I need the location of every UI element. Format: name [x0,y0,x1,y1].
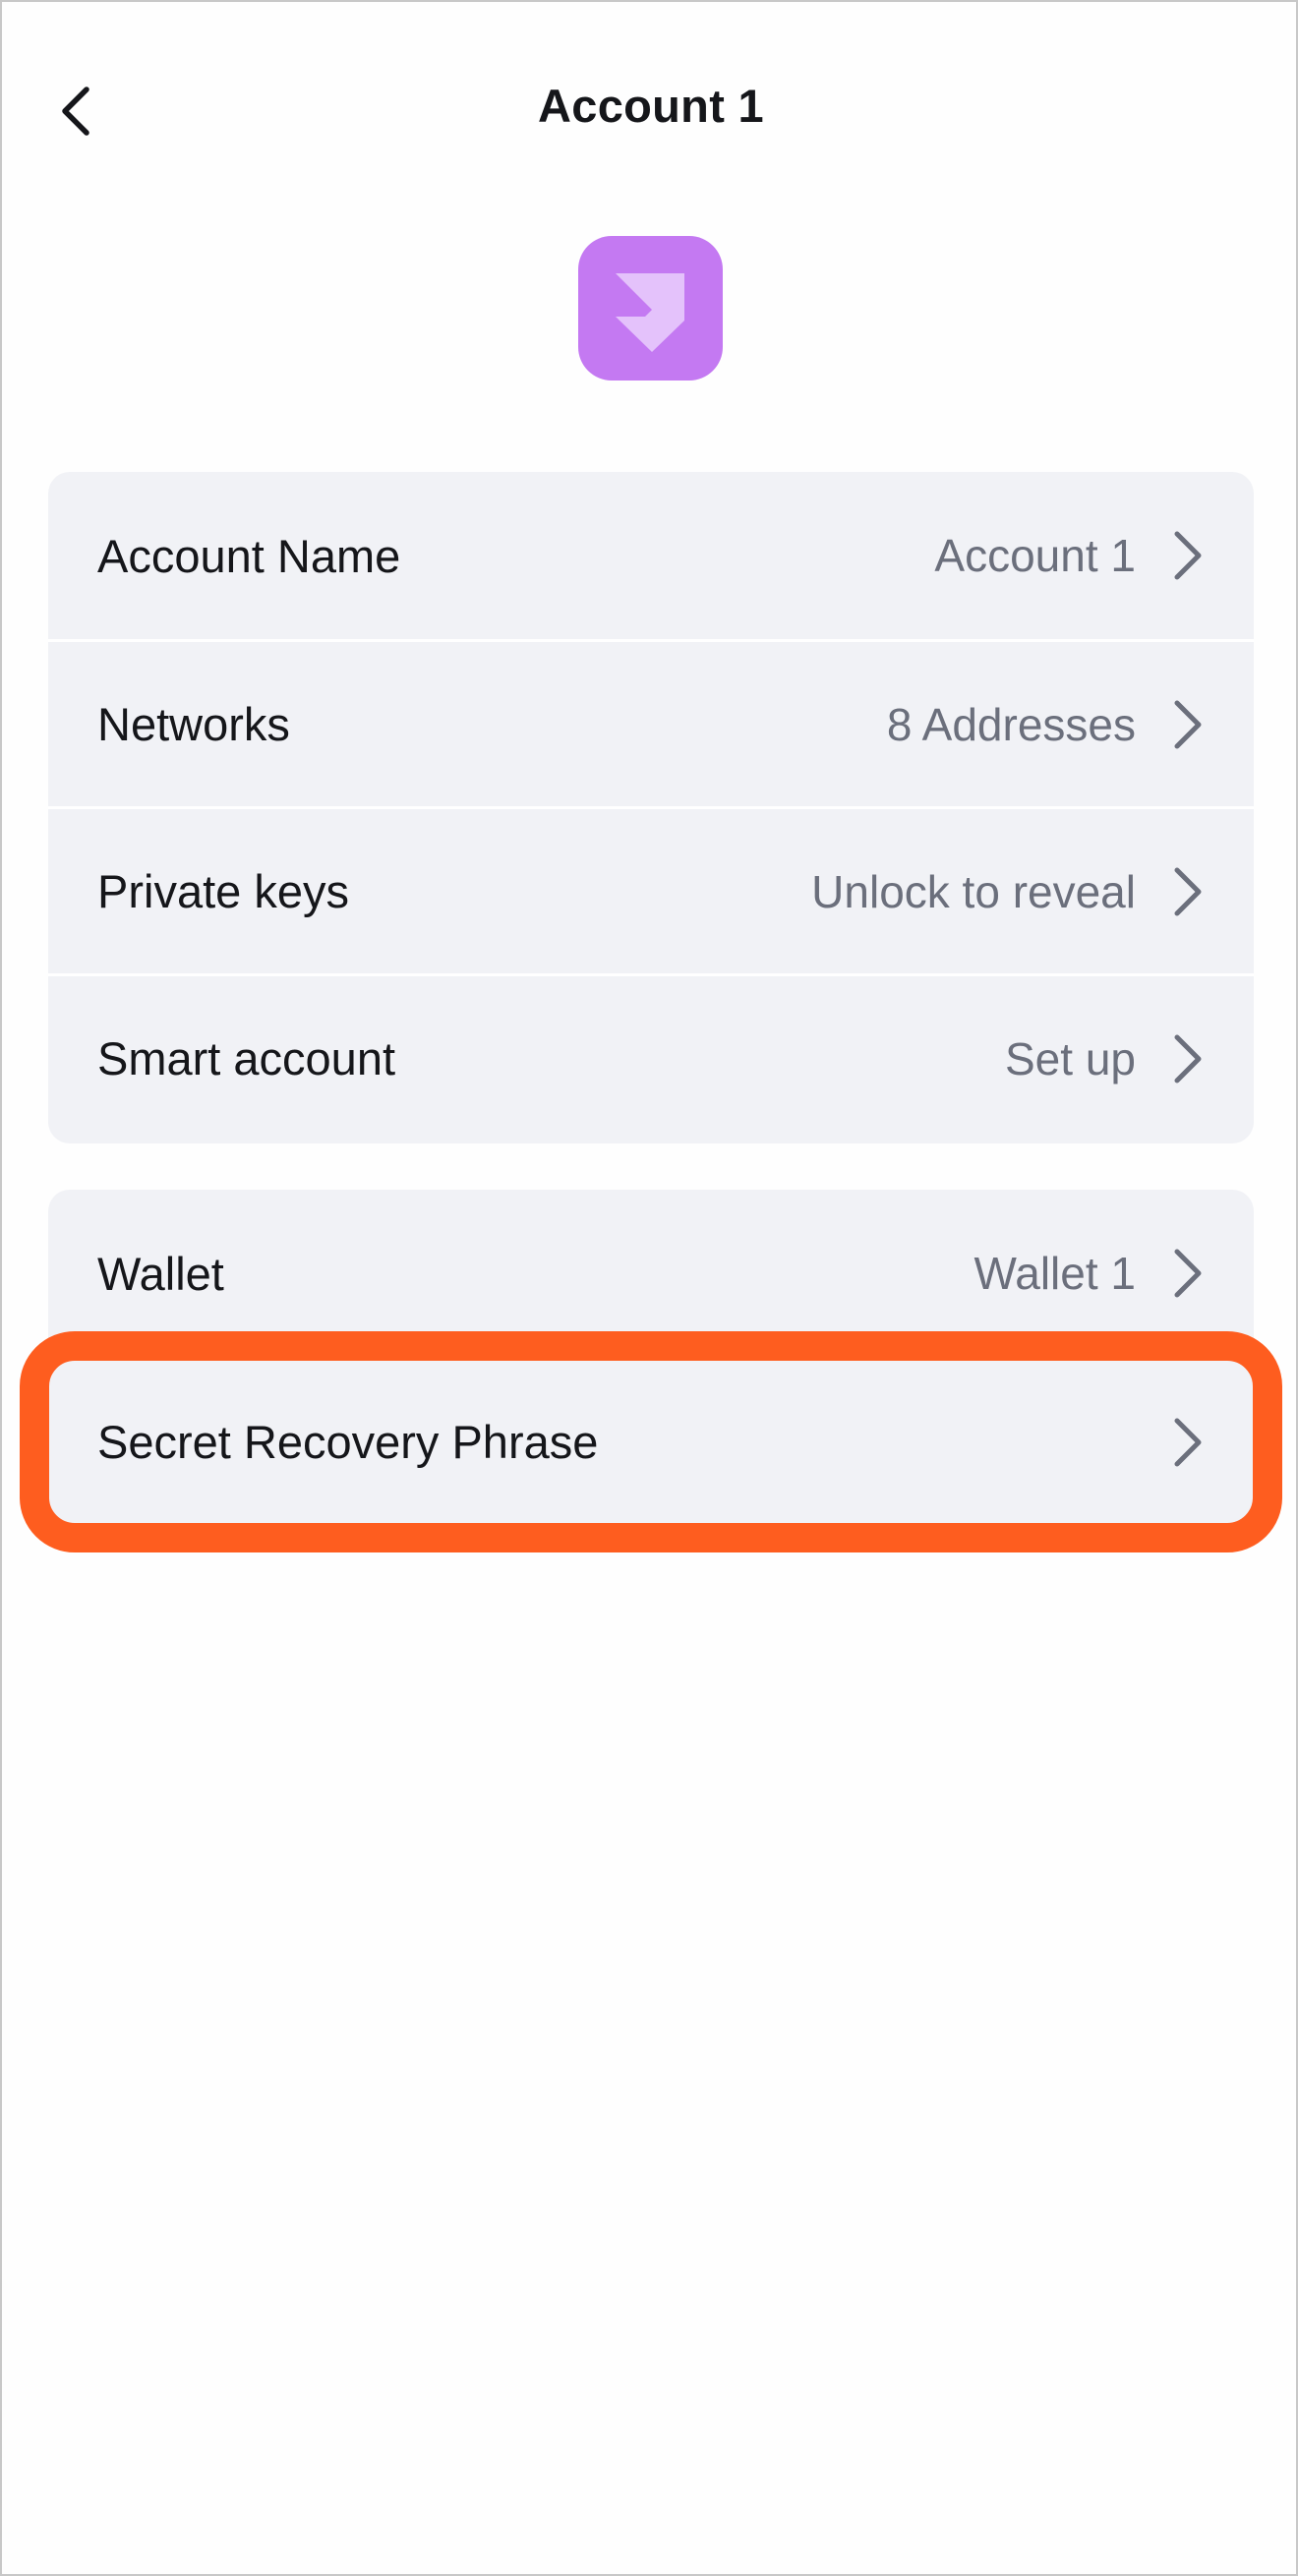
screen: Account 1 Account Name Account 1 Network… [0,0,1298,2576]
row-label: Private keys [97,865,349,917]
smart-account-row[interactable]: Smart account Set up [48,973,1254,1141]
secret-recovery-phrase-row[interactable]: Secret Recovery Phrase [48,1357,1254,1524]
row-label: Networks [97,698,290,750]
row-value: Set up [1005,1032,1136,1084]
account-name-row[interactable]: Account Name Account 1 [48,472,1254,639]
page-title: Account 1 [538,80,764,132]
row-value: 8 Addresses [886,698,1136,750]
chevron-right-icon [1169,530,1205,581]
top-bar: Account 1 [2,41,1298,179]
row-label: Wallet [97,1247,224,1300]
account-details-list: Account Name Account 1 Networks 8 Addres… [48,472,1254,1143]
chevron-right-icon [1169,699,1205,750]
row-label: Smart account [97,1032,396,1084]
row-value: Account 1 [934,530,1136,581]
row-value: Wallet 1 [974,1248,1136,1299]
chevron-right-icon [1169,866,1205,917]
chevron-right-icon [1169,1033,1205,1084]
account-avatar [578,236,723,381]
chevron-right-icon [1169,1417,1205,1468]
chevron-right-icon [1169,1248,1205,1299]
row-label: Secret Recovery Phrase [97,1416,599,1468]
row-label: Account Name [97,529,401,582]
wallet-section-list: Wallet Wallet 1 Secret Recovery Phrase [48,1190,1254,1524]
account-avatar-icon [616,273,684,352]
networks-row[interactable]: Networks 8 Addresses [48,639,1254,806]
row-value: Unlock to reveal [811,865,1136,917]
private-keys-row[interactable]: Private keys Unlock to reveal [48,806,1254,973]
wallet-row[interactable]: Wallet Wallet 1 [48,1190,1254,1357]
